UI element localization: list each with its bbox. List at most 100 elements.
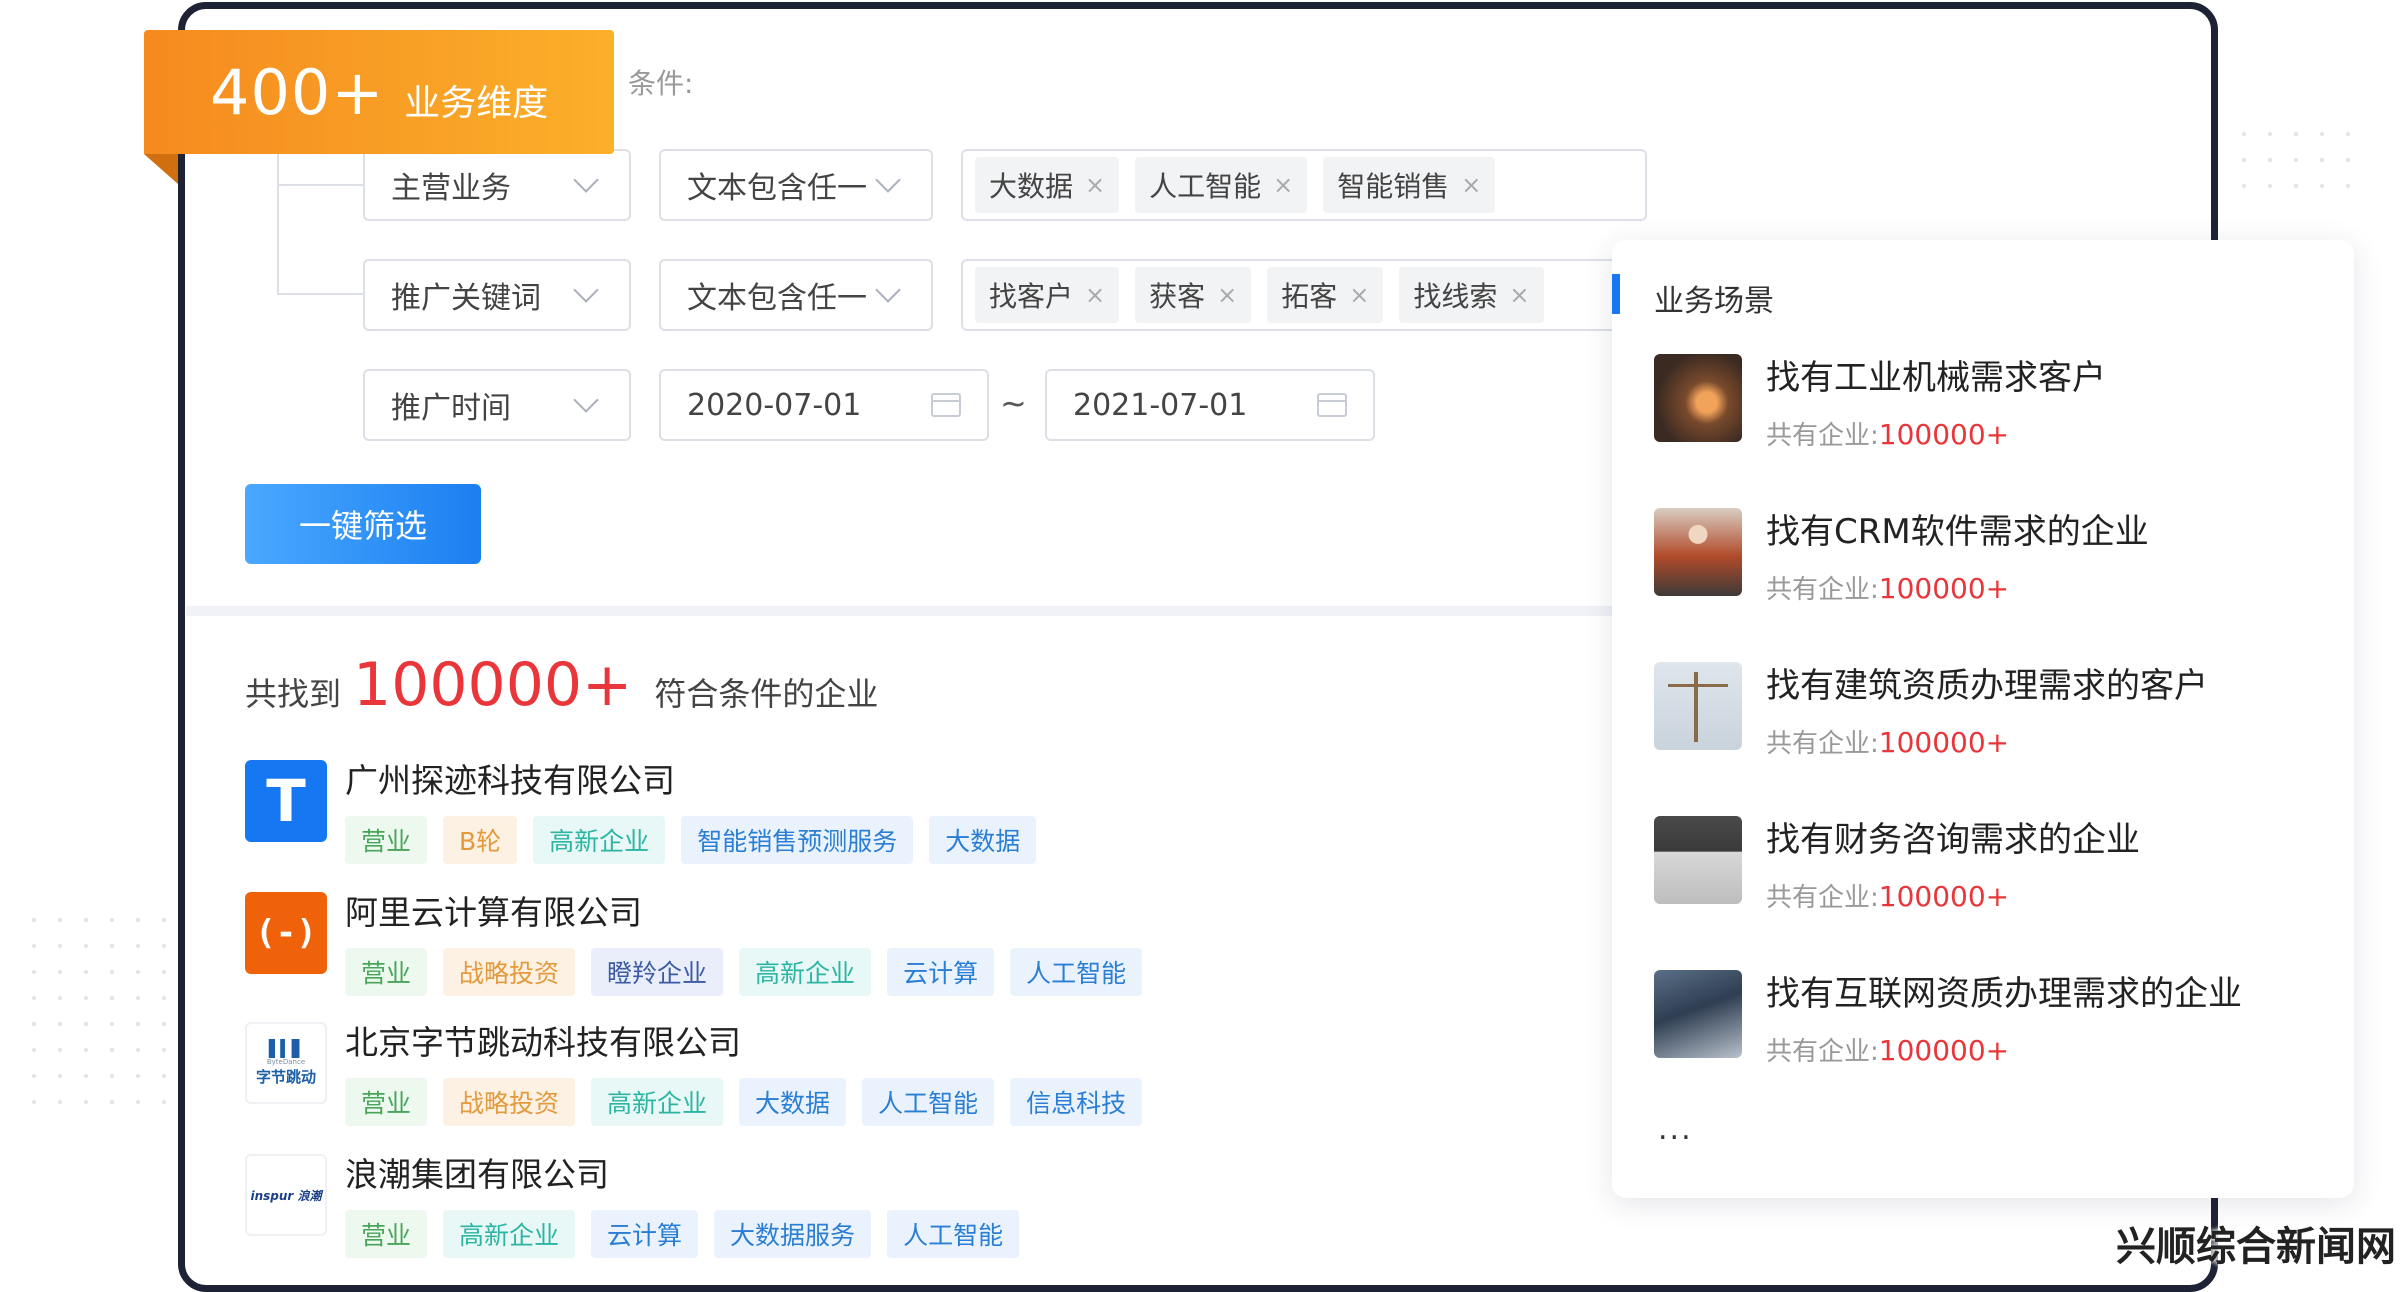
- field-select-promo-keyword[interactable]: 推广关键词: [363, 259, 631, 331]
- company-list-item[interactable]: ▌▍▋ ByteDance 字节跳动 北京字节跳动科技有限公司 营业 战略投资 …: [245, 1022, 1143, 1126]
- date-to-input[interactable]: 2021-07-01: [1045, 369, 1375, 441]
- company-list-item[interactable]: (-) 阿里云计算有限公司 营业 战略投资 瞪羚企业 高新企业 云计算 人工智能: [245, 892, 1143, 996]
- scene-count: 共有企业:100000+: [1766, 1034, 2010, 1067]
- decorative-dot: [110, 996, 114, 1000]
- scene-title: 找有工业机械需求客户: [1766, 358, 2106, 398]
- decorative-dot: [84, 1022, 88, 1026]
- decorative-dot: [162, 996, 166, 1000]
- decorative-dot: [110, 1048, 114, 1052]
- condition-label: 条件:: [628, 67, 694, 100]
- date-from-input[interactable]: 2020-07-01: [659, 369, 989, 441]
- company-name[interactable]: 浪潮集团有限公司: [345, 1148, 1019, 1196]
- scene-item[interactable]: 找有工业机械需求客户 共有企业:100000+: [1654, 354, 2106, 452]
- scene-item[interactable]: 找有财务咨询需求的企业 共有企业:100000+: [1654, 816, 2140, 914]
- company-name[interactable]: 阿里云计算有限公司: [345, 886, 1142, 934]
- decorative-dot: [2320, 132, 2324, 136]
- scene-item[interactable]: 找有建筑资质办理需求的客户 共有企业:100000+: [1654, 662, 2208, 760]
- value-chip[interactable]: 人工智能 ×: [1135, 157, 1308, 213]
- company-logo: ▌▍▋ ByteDance 字节跳动: [245, 1022, 327, 1104]
- value-chip[interactable]: 拓客 ×: [1267, 267, 1384, 323]
- company-tag: 人工智能: [1010, 948, 1143, 996]
- close-icon[interactable]: ×: [1085, 281, 1105, 309]
- field-select-promo-time[interactable]: 推广时间: [363, 369, 631, 441]
- field-select-main-business[interactable]: 主营业务: [363, 149, 631, 221]
- company-tag: 营业: [345, 948, 428, 996]
- company-tag: 战略投资: [443, 948, 576, 996]
- decorative-dot: [2346, 184, 2350, 188]
- company-name[interactable]: 北京字节跳动科技有限公司: [345, 1016, 1142, 1064]
- results-prefix: 共找到: [245, 675, 342, 713]
- decorative-dot: [2294, 158, 2298, 162]
- decorative-dot: [58, 1100, 62, 1104]
- decorative-dot: [32, 918, 36, 922]
- operator-select-label: 文本包含任一: [687, 281, 867, 316]
- company-tag: 云计算: [591, 1210, 699, 1258]
- field-select-label: 推广关键词: [391, 281, 541, 316]
- date-range-separator: ~: [1000, 384, 1027, 422]
- decorative-dot: [2268, 132, 2272, 136]
- company-tag: 营业: [345, 1210, 428, 1258]
- decorative-dot: [32, 996, 36, 1000]
- scene-count: 共有企业:100000+: [1766, 572, 2010, 605]
- scene-item[interactable]: 找有互联网资质办理需求的企业 共有企业:100000+: [1654, 970, 2242, 1068]
- company-tag: 大数据服务: [714, 1210, 872, 1258]
- decorative-dot: [84, 944, 88, 948]
- company-list-item[interactable]: inspur 浪潮 浪潮集团有限公司 营业 高新企业 云计算 大数据服务 人工智…: [245, 1154, 1020, 1258]
- company-name[interactable]: 广州探迹科技有限公司: [345, 754, 1036, 802]
- dimension-badge: 400+ 业务维度: [144, 30, 614, 154]
- decorative-dot: [136, 1100, 140, 1104]
- chevron-down-icon: [875, 277, 901, 303]
- company-tag: 大数据: [929, 816, 1037, 864]
- decorative-dot: [162, 1022, 166, 1026]
- decorative-dot: [136, 918, 140, 922]
- chevron-down-icon: [573, 387, 599, 413]
- decorative-dot: [162, 970, 166, 974]
- decorative-dot: [162, 1048, 166, 1052]
- operator-select[interactable]: 文本包含任一: [659, 259, 933, 331]
- decorative-dot: [2346, 132, 2350, 136]
- decorative-dot: [58, 1048, 62, 1052]
- decorative-dot: [136, 1074, 140, 1078]
- scene-count: 共有企业:100000+: [1766, 726, 2010, 759]
- value-chip[interactable]: 获客 ×: [1135, 267, 1252, 323]
- value-chip[interactable]: 智能销售 ×: [1323, 157, 1496, 213]
- chevron-down-icon: [573, 167, 599, 193]
- value-chip[interactable]: 找客户 ×: [975, 267, 1120, 323]
- close-icon[interactable]: ×: [1217, 281, 1237, 309]
- company-tag: 人工智能: [887, 1210, 1020, 1258]
- close-icon[interactable]: ×: [1349, 281, 1369, 309]
- results-summary: 共找到 100000+ 符合条件的企业: [245, 650, 878, 720]
- decorative-dot: [110, 944, 114, 948]
- company-list-item[interactable]: T 广州探迹科技有限公司 营业 B轮 高新企业 智能销售预测服务 大数据: [245, 760, 1037, 864]
- decorative-dot: [2242, 132, 2246, 136]
- decorative-dot: [2294, 184, 2298, 188]
- scene-title: 找有财务咨询需求的企业: [1766, 820, 2140, 860]
- field-select-label: 主营业务: [391, 171, 511, 206]
- value-tag-input[interactable]: 找客户 × 获客 × 拓客 × 找线索 ×: [961, 259, 1647, 331]
- close-icon[interactable]: ×: [1509, 281, 1529, 309]
- more-scenes-link[interactable]: ...: [1658, 1112, 1693, 1147]
- decorative-dot-grid-left: [32, 918, 192, 1104]
- value-chip[interactable]: 大数据 ×: [975, 157, 1120, 213]
- scene-item[interactable]: 找有CRM软件需求的企业 共有企业:100000+: [1654, 508, 2149, 606]
- date-from-value: 2020-07-01: [687, 387, 862, 423]
- filter-submit-button[interactable]: 一键筛选: [245, 484, 481, 564]
- scene-title: 找有CRM软件需求的企业: [1766, 512, 2149, 552]
- decorative-dot: [136, 996, 140, 1000]
- close-icon[interactable]: ×: [1461, 171, 1481, 199]
- decorative-dot: [2294, 132, 2298, 136]
- company-logo-small-text: ByteDance: [266, 1058, 306, 1066]
- scene-title: 找有建筑资质办理需求的客户: [1766, 666, 2208, 706]
- value-chip[interactable]: 找线索 ×: [1399, 267, 1544, 323]
- decorative-dot: [32, 1100, 36, 1104]
- company-tag: 营业: [345, 1078, 428, 1126]
- operator-select[interactable]: 文本包含任一: [659, 149, 933, 221]
- decorative-dot: [136, 1022, 140, 1026]
- close-icon[interactable]: ×: [1085, 171, 1105, 199]
- date-to-value: 2021-07-01: [1073, 387, 1248, 423]
- decorative-dot: [2242, 158, 2246, 162]
- value-tag-input[interactable]: 大数据 × 人工智能 × 智能销售 ×: [961, 149, 1647, 221]
- operator-select-label: 文本包含任一: [687, 171, 867, 206]
- watermark: 兴顺综合新闻网: [2116, 1224, 2396, 1270]
- close-icon[interactable]: ×: [1273, 171, 1293, 199]
